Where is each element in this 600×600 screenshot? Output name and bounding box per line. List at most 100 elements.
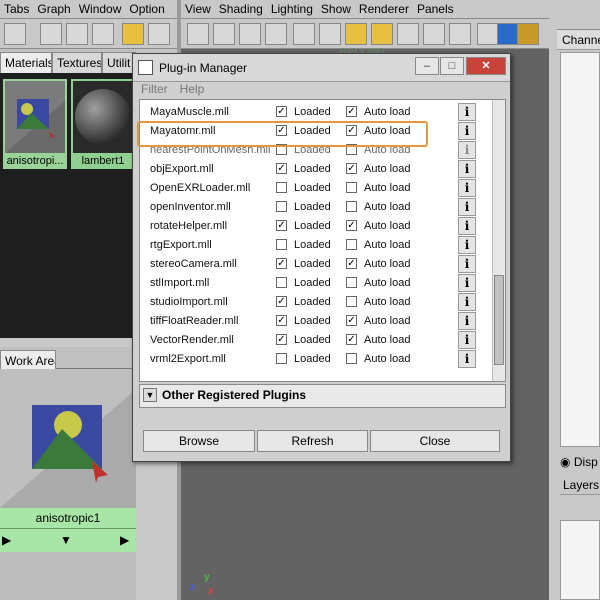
minimize-button[interactable]: – [415, 57, 439, 75]
viewport-toolbar [181, 19, 549, 49]
autoload-checkbox[interactable]: ✓ [346, 220, 357, 231]
loaded-checkbox[interactable] [276, 277, 287, 288]
autoload-checkbox[interactable]: ✓ [346, 334, 357, 345]
layout-button-2[interactable] [148, 23, 170, 45]
channel-box-tab[interactable]: Channe [557, 30, 600, 50]
info-icon[interactable]: i [458, 350, 476, 368]
menu-help[interactable]: Help [180, 82, 205, 96]
browse-button[interactable]: Browse [143, 430, 255, 452]
shaded-icon[interactable] [345, 23, 367, 45]
loaded-checkbox[interactable]: ✓ [276, 258, 287, 269]
layers-menu[interactable]: Layers [560, 475, 600, 495]
tab-materials[interactable]: Materials [0, 52, 52, 73]
loaded-checkbox[interactable]: ✓ [276, 334, 287, 345]
autoload-checkbox[interactable] [346, 239, 357, 250]
swatch-lambert1[interactable]: lambert1 [71, 79, 135, 169]
close-window-button[interactable]: ✕ [466, 57, 506, 75]
grid-icon[interactable] [265, 23, 287, 45]
layout-button-1[interactable] [122, 23, 144, 45]
play-right-icon[interactable]: ▶ [120, 533, 129, 547]
expand-arrow-icon[interactable]: ▼ [143, 388, 157, 402]
tab-textures[interactable]: Textures [52, 52, 102, 73]
dialog-titlebar[interactable]: Plug-in Manager – □ ✕ [133, 54, 510, 82]
info-icon[interactable]: i [458, 255, 476, 273]
close-button[interactable]: Close [370, 430, 500, 452]
autoload-checkbox[interactable] [346, 296, 357, 307]
maximize-button[interactable]: □ [440, 57, 464, 75]
menu-view[interactable]: View [181, 0, 215, 16]
camera-icon[interactable] [187, 23, 209, 45]
loaded-checkbox[interactable] [276, 353, 287, 364]
loaded-checkbox[interactable]: ✓ [276, 220, 287, 231]
shadows-icon[interactable] [423, 23, 445, 45]
menu-renderer[interactable]: Renderer [355, 0, 413, 16]
loaded-checkbox[interactable]: ✓ [276, 106, 287, 117]
cube-icon[interactable] [477, 23, 499, 45]
plugin-name: rotateHelper.mll [150, 220, 228, 232]
info-icon[interactable]: i [458, 198, 476, 216]
refresh-button[interactable]: Refresh [257, 430, 368, 452]
toolbar-button[interactable] [4, 23, 26, 45]
autoload-checkbox[interactable] [346, 353, 357, 364]
plugin-name: stlImport.mll [150, 277, 210, 289]
blue-cube-icon[interactable] [497, 23, 519, 45]
menu-show[interactable]: Show [317, 0, 355, 16]
graph-input-button[interactable] [40, 23, 62, 45]
bookmark-icon[interactable] [213, 23, 235, 45]
plugin-list-scrollbar[interactable] [492, 100, 505, 381]
swatch-anisotropic[interactable]: anisotropi... [3, 79, 67, 169]
loaded-checkbox[interactable]: ✓ [276, 163, 287, 174]
menu-panels[interactable]: Panels [413, 0, 458, 16]
expand-down-icon[interactable]: ▼ [60, 533, 72, 547]
info-icon[interactable]: i [458, 236, 476, 254]
menu-shading[interactable]: Shading [215, 0, 267, 16]
info-icon[interactable]: i [458, 179, 476, 197]
panel-divider[interactable] [0, 338, 136, 347]
film-gate-icon[interactable] [319, 23, 341, 45]
other-plugins-section[interactable]: ▼ Other Registered Plugins [139, 384, 506, 408]
layer-list[interactable] [560, 520, 600, 600]
info-icon[interactable]: i [458, 160, 476, 178]
tab-work-area[interactable]: Work Area [0, 350, 56, 371]
channel-box[interactable] [560, 52, 600, 447]
autoload-checkbox[interactable]: ✓ [346, 258, 357, 269]
play-left-icon[interactable]: ▶ [2, 533, 11, 547]
menu-filter[interactable]: Filter [141, 82, 168, 96]
loaded-checkbox[interactable] [276, 239, 287, 250]
info-icon[interactable]: i [458, 122, 476, 140]
textured-icon[interactable] [371, 23, 393, 45]
info-icon[interactable]: i [458, 217, 476, 235]
menu-window[interactable]: Window [75, 0, 126, 16]
display-radio[interactable]: ◉ Disp [560, 455, 600, 475]
menu-graph[interactable]: Graph [33, 0, 74, 16]
render-icon[interactable] [449, 23, 471, 45]
autoload-checkbox[interactable] [346, 182, 357, 193]
info-icon[interactable]: i [458, 331, 476, 349]
menu-tabs[interactable]: Tabs [0, 0, 33, 16]
autoload-checkbox[interactable]: ✓ [346, 106, 357, 117]
info-icon[interactable]: i [458, 103, 476, 121]
info-icon[interactable]: i [458, 293, 476, 311]
wireframe-icon[interactable] [293, 23, 315, 45]
image-plane-icon[interactable] [239, 23, 261, 45]
autoload-checkbox[interactable]: ✓ [346, 163, 357, 174]
menu-options[interactable]: Option [125, 0, 168, 16]
loaded-checkbox[interactable]: ✓ [276, 296, 287, 307]
loaded-checkbox[interactable]: ✓ [276, 315, 287, 326]
autoload-checkbox[interactable] [346, 277, 357, 288]
tab-utilities[interactable]: Utilit [102, 52, 136, 73]
autoload-checkbox[interactable] [346, 201, 357, 212]
scrollbar-thumb[interactable] [494, 275, 504, 365]
loaded-checkbox[interactable] [276, 201, 287, 212]
autoload-checkbox[interactable]: ✓ [346, 315, 357, 326]
info-icon[interactable]: i [458, 312, 476, 330]
loaded-checkbox[interactable] [276, 182, 287, 193]
work-swatch-image[interactable] [0, 369, 136, 508]
gold-cube-icon[interactable] [517, 23, 539, 45]
info-icon[interactable]: i [458, 141, 476, 159]
info-icon[interactable]: i [458, 274, 476, 292]
graph-io-button[interactable] [66, 23, 88, 45]
menu-lighting[interactable]: Lighting [267, 0, 317, 16]
graph-output-button[interactable] [92, 23, 114, 45]
lights-icon[interactable] [397, 23, 419, 45]
